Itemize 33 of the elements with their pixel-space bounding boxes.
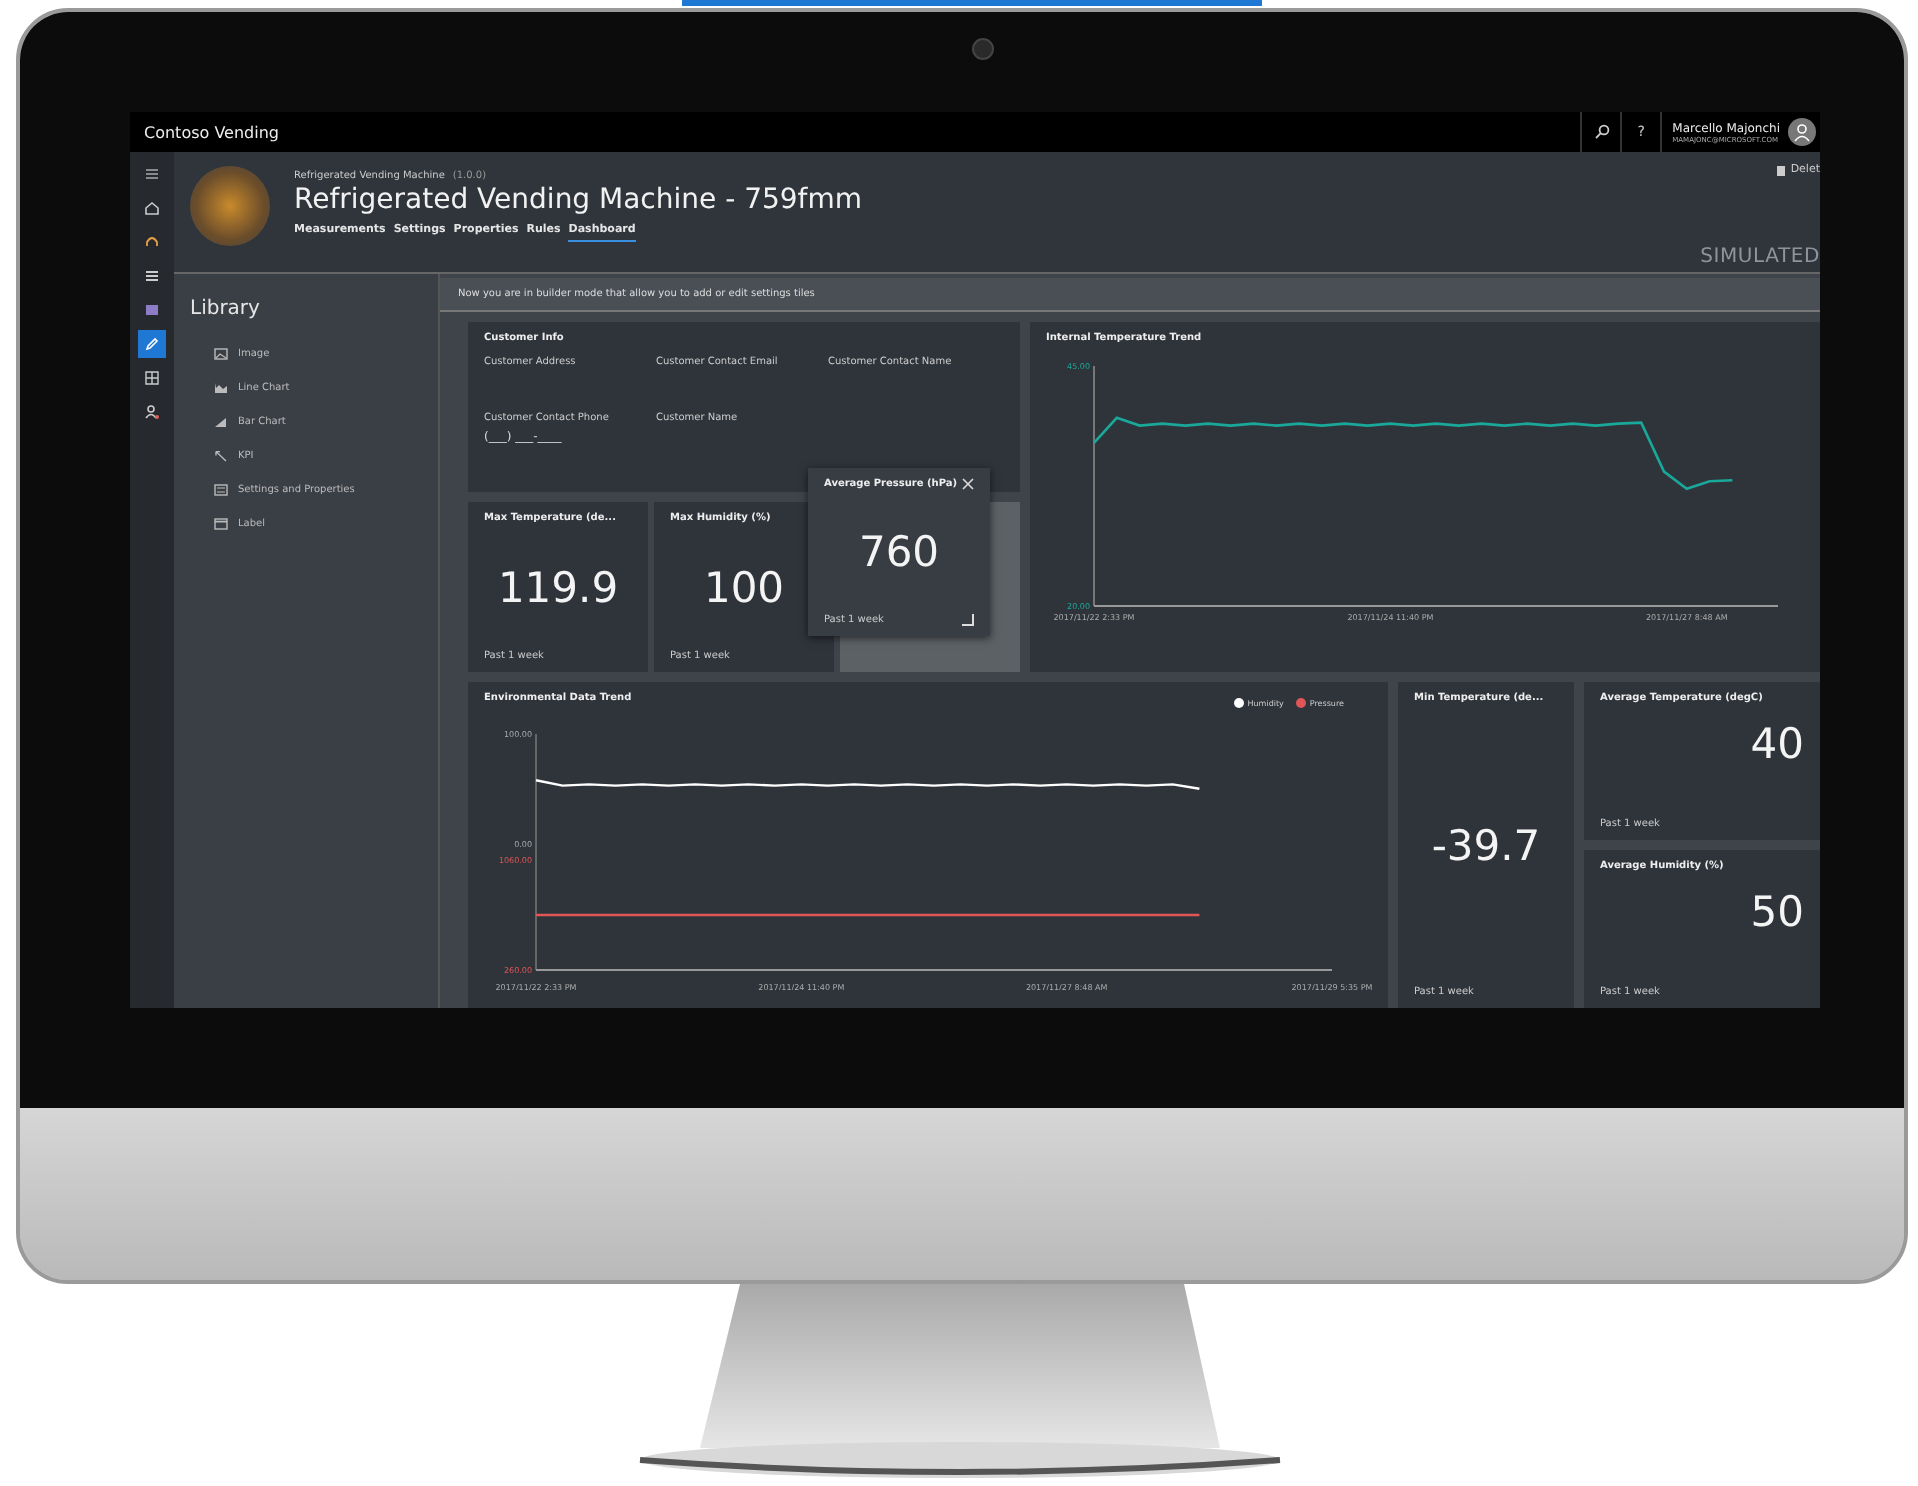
arrow-icon [214,450,228,462]
kpi-value: 40 [1748,720,1804,768]
kpi-value: 760 [856,528,942,576]
kpi-value: 100 [701,563,787,611]
resize-handle-icon[interactable] [962,614,974,626]
trash-icon [1776,164,1787,176]
device-title: Refrigerated Vending Machine - 759fmm [294,184,863,216]
person-icon [144,404,160,420]
app-title: Contoso Vending [144,123,279,141]
avatar-icon[interactable] [1788,118,1816,146]
kpi-value: -39.7 [1429,821,1543,869]
library-title: Library [190,298,262,320]
bar-chart-icon [214,416,228,428]
form-icon [214,484,228,496]
headset-icon [144,234,160,250]
menu-icon [144,166,160,182]
kpi-value: 50 [1748,888,1804,936]
chart-icon [214,382,228,394]
picture-icon [144,302,160,318]
pencil-icon [144,336,160,352]
search-icon [1593,124,1610,140]
camera-icon [972,38,994,60]
nav-button[interactable] [138,330,166,358]
grid-icon [144,370,160,386]
photo-placeholder [190,166,270,246]
list-icon [144,268,160,284]
home-icon [144,200,160,216]
mode-label: SIMULATED [1700,246,1820,268]
close-icon [962,478,974,490]
picture-icon [214,348,228,360]
window-icon [214,518,228,530]
kpi-value: 119.9 [495,563,621,611]
close-button[interactable] [962,478,974,490]
